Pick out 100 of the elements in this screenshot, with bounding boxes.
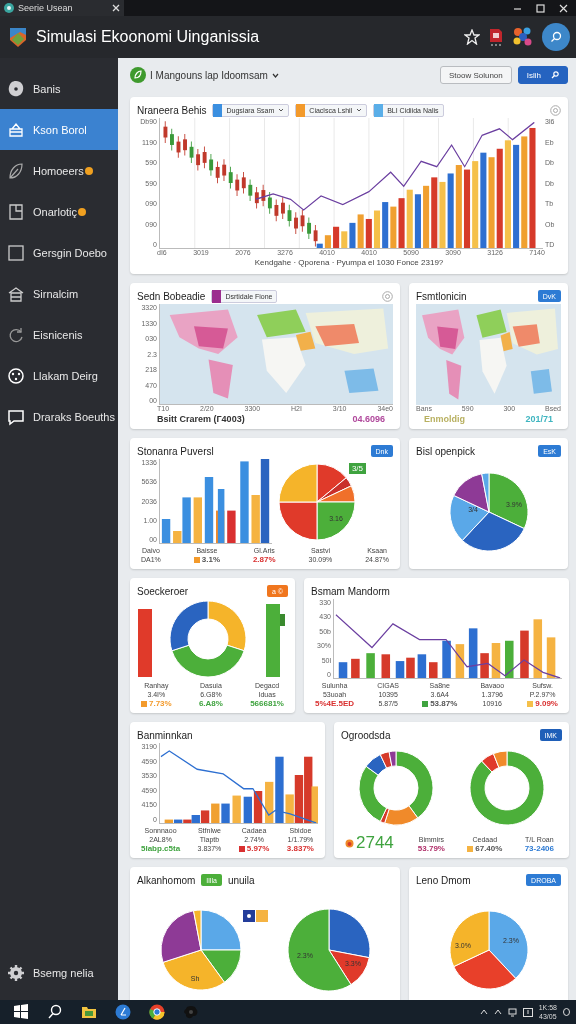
display-icon[interactable] — [522, 1007, 533, 1017]
search-button[interactable] — [542, 23, 570, 51]
sidebar-item[interactable]: Llakam Deirg — [0, 355, 118, 396]
square-icon — [7, 243, 25, 262]
bar — [429, 662, 438, 678]
close-icon[interactable] — [112, 4, 120, 12]
bar — [227, 510, 236, 543]
bar — [442, 640, 451, 678]
stat-value: 7.73% — [149, 699, 172, 708]
browser-icon[interactable] — [149, 1004, 165, 1020]
bar — [338, 662, 348, 678]
bar — [505, 640, 514, 678]
card-title: Fsmtlonicin — [416, 290, 467, 302]
bar — [366, 653, 375, 678]
candle — [183, 133, 187, 157]
circle-icon — [7, 79, 25, 98]
sidebar-item[interactable]: Onarlotiç — [0, 191, 118, 232]
bar — [480, 653, 489, 678]
maximize-icon[interactable] — [536, 3, 545, 13]
stat-value: 2.87% — [252, 555, 276, 564]
chat-icon — [7, 407, 25, 426]
document-icon — [7, 202, 25, 221]
stat-value: 53.79% — [417, 844, 445, 853]
toolbar-button[interactable]: Islih — [517, 66, 568, 84]
sidebar-item[interactable]: Eisnicenis — [0, 314, 118, 355]
candle — [189, 140, 194, 164]
stat-value: 9.09% — [535, 699, 558, 708]
refresh-icon — [7, 325, 25, 344]
candle — [274, 199, 279, 222]
leaf-icon — [7, 161, 25, 180]
card-title: Banminnkan — [137, 729, 193, 741]
card-title: Sedn Bobeadie — [137, 290, 206, 302]
sidebar-item[interactable]: Banis — [0, 68, 118, 109]
apps-icon[interactable] — [512, 27, 534, 47]
stat-value: 5labp.c5ta — [141, 844, 181, 853]
sidebar-item[interactable]: Draraks Boeuths — [0, 396, 118, 437]
search-icon — [551, 71, 559, 79]
settings-icon — [7, 964, 25, 982]
stat-value: 73-2406 — [524, 844, 554, 853]
card-title: Leno Dmom — [416, 874, 471, 886]
bar — [406, 657, 415, 678]
bar — [351, 658, 360, 678]
bar — [468, 628, 478, 678]
sidebar-item[interactable]: Gersgin Doebo — [0, 232, 118, 273]
app-title: Simulasi Ekoonomi Uinganissia — [36, 28, 261, 46]
card-title: Bsmam Mandorm — [311, 585, 390, 597]
bar — [221, 803, 230, 823]
bar — [137, 609, 152, 677]
chip-label: 3/5 — [348, 462, 366, 474]
stat-value: 566681% — [250, 699, 284, 708]
candle — [281, 196, 285, 220]
settings-link[interactable]: Bsemg nelia — [33, 967, 94, 979]
axis-title: Kendgahe · Qporena · Pyumpa el 1030 Fonce 2319? — [253, 258, 445, 269]
bar — [455, 644, 465, 678]
stat-value: 67.40% — [475, 844, 503, 853]
toolbar-button[interactable]: Stoow Solunon — [439, 66, 512, 84]
bar — [491, 643, 501, 678]
sidebar-item[interactable]: Kson Borol — [0, 109, 118, 150]
bar — [161, 519, 171, 543]
logo-icon — [8, 26, 28, 48]
card-title: Nraneera Behis — [137, 104, 207, 116]
app-icon[interactable] — [115, 1004, 131, 1020]
candle — [300, 209, 305, 233]
headline-value: 2744 — [356, 833, 394, 853]
close-icon[interactable] — [559, 3, 568, 13]
leaf-icon — [130, 67, 146, 83]
stat-value: 3.837% — [286, 844, 314, 853]
bar — [546, 637, 556, 678]
card-title: Alkanhomom — [137, 874, 196, 886]
card-subtitle: unuila — [227, 874, 255, 886]
bar — [204, 477, 214, 543]
bar — [520, 630, 529, 678]
stat-value: 3.1% — [201, 555, 220, 564]
footer-text: Enmoldig — [424, 414, 465, 424]
dial-icon — [7, 366, 25, 385]
document-icon[interactable] — [488, 28, 504, 46]
bar — [395, 661, 405, 678]
candle — [176, 135, 181, 159]
app-icon — [4, 3, 14, 13]
candle — [294, 211, 298, 235]
network-icon[interactable] — [507, 1007, 517, 1017]
stat-value: 5.97% — [246, 844, 270, 853]
start-icon[interactable] — [13, 1004, 29, 1020]
bar — [193, 497, 202, 543]
footer-text: 04.6096 — [352, 414, 385, 424]
card-title: Stonanra Puversl — [137, 445, 214, 457]
candle — [163, 120, 168, 144]
notification-icon[interactable] — [563, 1008, 570, 1016]
stat-value: 53.87% — [430, 699, 458, 708]
card-title: Soeckeroer — [137, 585, 189, 597]
sidebar-item[interactable]: Sirnalcim — [0, 273, 118, 314]
bar — [243, 796, 252, 823]
search-icon[interactable] — [47, 1004, 63, 1020]
folder-icon[interactable] — [81, 1004, 97, 1020]
star-icon[interactable] — [464, 29, 480, 45]
sidebar-item[interactable]: Homoeers — [0, 150, 118, 191]
bar — [417, 654, 427, 678]
workspace-dropdown[interactable]: I Mangouns lap Idoomsam — [130, 67, 279, 83]
card-title: Bisl openpick — [416, 445, 475, 457]
bar — [381, 654, 391, 678]
